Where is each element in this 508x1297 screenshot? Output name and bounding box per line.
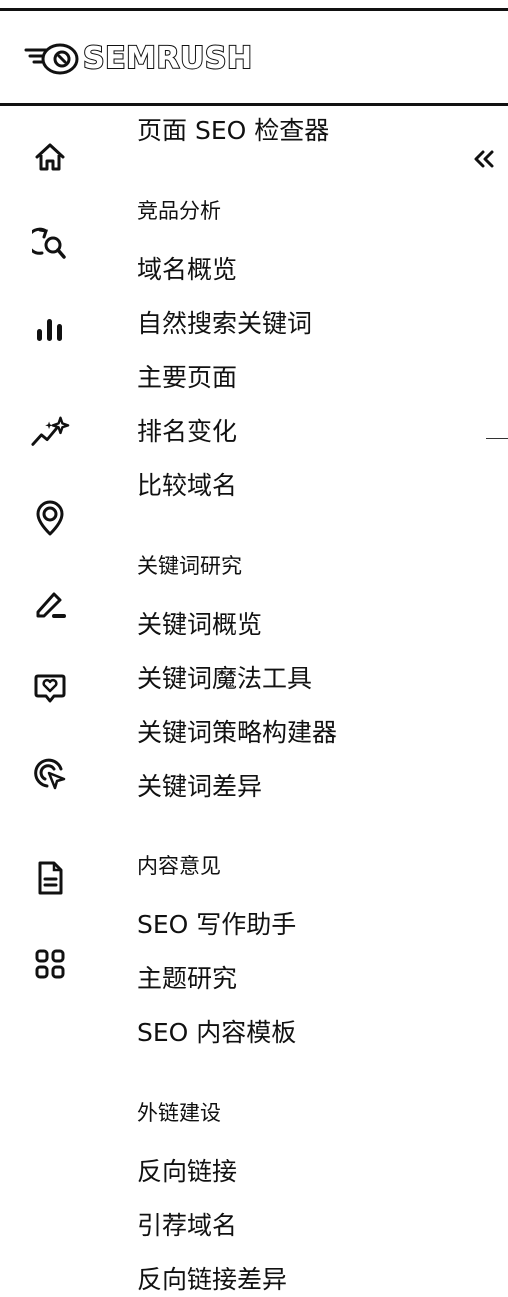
double-chevron-left-icon	[474, 150, 494, 168]
section-heading-keyword-research: 关键词研究	[137, 554, 242, 578]
menu-item-organic-keywords[interactable]: 自然搜索关键词	[137, 307, 312, 341]
menu-item-keyword-magic-tool[interactable]: 关键词魔法工具	[137, 662, 312, 696]
menu-item-backlinks[interactable]: 反向链接	[137, 1155, 237, 1189]
pencil-icon[interactable]	[30, 584, 70, 624]
location-pin-icon[interactable]	[30, 498, 70, 538]
bar-chart-icon[interactable]	[30, 308, 70, 348]
home-icon[interactable]	[30, 137, 70, 177]
menu-item-domain-overview[interactable]: 域名概览	[137, 253, 237, 287]
sparkle-trend-icon[interactable]	[30, 412, 70, 452]
apps-grid-icon[interactable]	[30, 944, 70, 984]
semrush-fireball-icon	[24, 43, 79, 74]
semrush-logo[interactable]: SEMRUSH	[24, 40, 253, 77]
menu-item-on-page-seo-checker[interactable]: 页面 SEO 检查器	[137, 114, 329, 148]
menu-item-seo-content-template[interactable]: SEO 内容模板	[137, 1016, 296, 1050]
menu-item-top-pages[interactable]: 主要页面	[137, 361, 237, 395]
menu-item-referring-domains[interactable]: 引荐域名	[137, 1209, 237, 1243]
header-divider	[0, 103, 508, 106]
menu-item-compare-domains[interactable]: 比较域名	[137, 469, 237, 503]
competitive-research-icon[interactable]	[30, 224, 70, 264]
section-heading-content-ideas: 内容意见	[137, 854, 221, 878]
chat-heart-icon[interactable]	[30, 668, 70, 708]
collapse-sidebar-button[interactable]	[466, 142, 502, 176]
menu-item-keyword-gap[interactable]: 关键词差异	[137, 770, 262, 804]
menu-item-keyword-strategy-builder[interactable]: 关键词策略构建器	[137, 716, 337, 750]
section-heading-competitive-research: 竞品分析	[137, 199, 221, 223]
sidebar-edge-marker	[486, 438, 508, 439]
header: SEMRUSH	[0, 11, 508, 103]
target-cursor-icon[interactable]	[30, 754, 70, 794]
menu-item-topic-research[interactable]: 主题研究	[137, 962, 237, 996]
section-heading-link-building: 外链建设	[137, 1101, 221, 1125]
document-icon[interactable]	[30, 858, 70, 898]
menu-item-position-changes[interactable]: 排名变化	[137, 415, 237, 449]
menu-item-seo-writing-assistant[interactable]: SEO 写作助手	[137, 908, 296, 942]
menu-item-keyword-overview[interactable]: 关键词概览	[137, 608, 262, 642]
brand-name: SEMRUSH	[82, 40, 253, 77]
menu-item-backlink-gap[interactable]: 反向链接差异	[137, 1263, 287, 1297]
